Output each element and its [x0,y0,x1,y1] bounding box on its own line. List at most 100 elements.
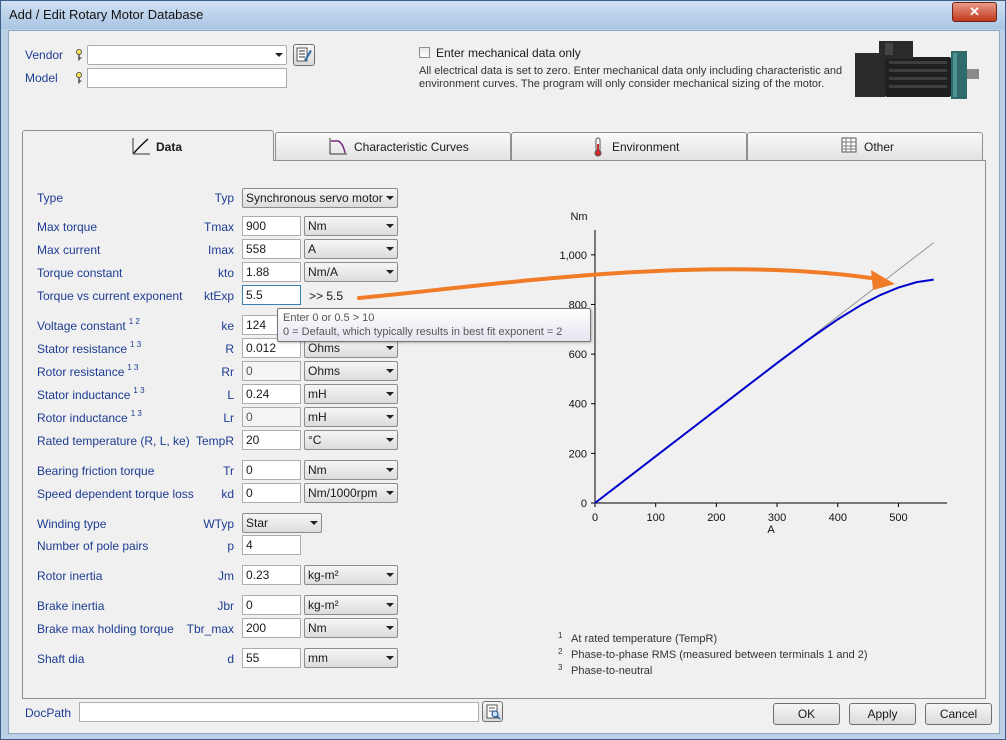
footnote-2-mark: 2 [558,647,563,656]
bearing-friction-unit: Nm [308,463,327,477]
model-input[interactable] [87,68,287,88]
max-torque-input[interactable]: 900 [242,216,301,236]
chevron-down-icon [386,626,394,630]
rated-temperature-unit-select[interactable]: °C [304,430,398,450]
bearing-friction-input[interactable]: 0 [242,460,301,480]
bearing-friction-symbol: Tr [223,464,234,478]
rotor-resistance-unit-select[interactable]: Ohms [304,361,398,381]
torque-constant-symbol: kto [217,266,234,280]
cancel-button[interactable]: Cancel [925,703,992,725]
apply-button[interactable]: Apply [849,703,916,725]
winding-type-value: Star [246,516,269,530]
brake-holding-torque-symbol: Tbr_max [186,622,234,636]
dialog-client: Vendor Model Enter mechanical data only … [8,30,1000,734]
speed-torque-loss-unit: Nm/1000rpm [308,486,378,500]
tab-data[interactable]: Data [22,130,274,161]
max-torque-unit: Nm [308,219,327,233]
docpath-input[interactable] [79,702,479,722]
edit-list-icon [296,47,312,62]
shaft-dia-unit: mm [308,651,328,665]
bearing-friction-label: Bearing friction torque [37,464,155,478]
rotor-inductance-input[interactable]: 0 [242,407,301,427]
mechanical-only-checkbox[interactable] [419,47,430,58]
winding-type-select[interactable]: Star [242,513,322,533]
pole-pairs-input[interactable]: 4 [242,535,301,555]
ok-button[interactable]: OK [773,703,840,725]
window-title: Add / Edit Rotary Motor Database [9,7,204,22]
chevron-down-icon [386,491,394,495]
winding-type-label: Winding type [37,517,107,531]
rotor-resistance-unit: Ohms [308,364,341,378]
tab-other[interactable]: Other [747,132,983,160]
rotor-inductance-unit-select[interactable]: mH [304,407,398,427]
shaft-dia-input[interactable]: 55 [242,648,301,668]
torque-constant-unit: Nm/A [308,265,338,279]
stator-inductance-input[interactable]: 0.24 [242,384,301,404]
series-line-torque [594,278,934,504]
brake-inertia-label: Brake inertia [37,599,105,613]
max-torque-unit-select[interactable]: Nm [304,216,398,236]
chevron-down-icon [386,438,394,442]
torque-exponent-input[interactable]: 5.5 [242,285,301,305]
rotor-inertia-unit-select[interactable]: kg-m² [304,565,398,585]
voltage-constant-text: Voltage constant [37,319,126,333]
torque-constant-label: Torque constant [37,266,123,280]
rated-temperature-input[interactable]: 20 [242,430,301,450]
x-axis-label: A [767,524,775,536]
shaft-dia-label: Shaft dia [37,652,85,666]
mechanical-note-line2: environment curves. The program will onl… [419,78,825,90]
docpath-label: DocPath [25,706,72,720]
rotor-inductance-unit: mH [308,410,327,424]
stator-inductance-unit-select[interactable]: mH [304,384,398,404]
rotor-resistance-symbol: Rr [221,365,234,379]
stator-inductance-text: Stator inductance [37,388,131,402]
pole-pairs-label: Number of pole pairs [37,539,149,553]
dialog-window: Add / Edit Rotary Motor Database ✕ Vendo… [0,0,1006,740]
brake-holding-torque-input[interactable]: 200 [242,618,301,638]
y-tick-label: 200 [569,448,587,460]
rotor-inertia-label: Rotor inertia [37,569,103,583]
brake-inertia-unit: kg-m² [308,598,339,612]
max-current-symbol: Imax [207,243,234,257]
thermometer-icon [594,137,602,157]
max-current-unit: A [308,242,317,256]
chevron-down-icon [386,603,394,607]
stator-resistance-footnote: 1 3 [130,340,142,349]
brake-holding-torque-unit-select[interactable]: Nm [304,618,398,638]
rotor-inertia-input[interactable]: 0.23 [242,565,301,585]
x-tick-label: 200 [707,512,725,524]
rotor-resistance-text: Rotor resistance [37,365,125,379]
chevron-down-icon [386,247,394,251]
tab-other-label: Other [864,140,895,154]
x-tick-label: 300 [768,512,786,524]
chevron-down-icon [386,656,394,660]
docpath-browse-button[interactable] [482,701,503,722]
mechanical-only-label: Enter mechanical data only [436,46,581,60]
speed-torque-loss-unit-select[interactable]: Nm/1000rpm [304,483,398,503]
vendor-edit-button[interactable] [293,44,315,66]
tab-characteristic-curves[interactable]: Characteristic Curves [275,132,511,160]
vendor-select[interactable] [87,45,287,65]
max-current-input[interactable]: 558 [242,239,301,259]
brake-inertia-input[interactable]: 0 [242,595,301,615]
shaft-dia-unit-select[interactable]: mm [304,648,398,668]
rotor-resistance-input[interactable]: 0 [242,361,301,381]
rotor-inductance-label: Rotor inductance 1 3 [37,409,142,425]
type-label: Type [37,191,64,205]
y-tick-label: 600 [569,349,587,361]
torque-constant-input[interactable]: 1.88 [242,262,301,282]
stator-resistance-unit: Ohms [308,341,341,355]
speed-torque-loss-input[interactable]: 0 [242,483,301,503]
bearing-friction-unit-select[interactable]: Nm [304,460,398,480]
brake-inertia-unit-select[interactable]: kg-m² [304,595,398,615]
type-select[interactable]: Synchronous servo motor [242,188,398,208]
close-button[interactable]: ✕ [952,2,997,22]
chevron-down-icon [386,573,394,577]
footnote-1-mark: 1 [558,631,563,640]
annotation-arrow [357,267,895,300]
torque-exponent-result: >> 5.5 [309,289,344,303]
tab-environment[interactable]: Environment [511,132,747,160]
table-icon [841,137,857,153]
winding-type-symbol: WTyp [203,517,234,531]
chart-line-icon [132,138,150,155]
